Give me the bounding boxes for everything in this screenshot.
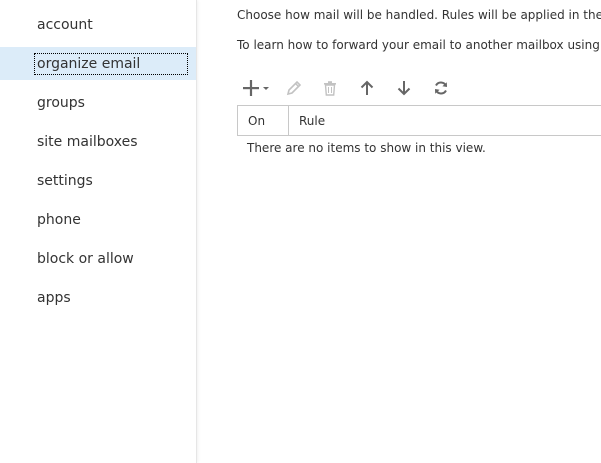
add-button[interactable] [242,76,272,100]
add-icon [243,80,269,96]
forwarding-help-text: To learn how to forward your email to an… [237,38,601,52]
table-header: On Rule [237,105,601,136]
main-content: Choose how mail will be handled. Rules w… [198,0,601,463]
sidebar-item-label: phone [37,211,81,228]
sidebar-item-phone[interactable]: phone [0,203,196,236]
rules-toolbar [238,76,478,100]
sidebar-item-label: settings [37,172,93,189]
empty-state-message: There are no items to show in this view. [247,141,486,155]
sidebar-item-label: organize email [34,52,188,75]
move-down-button[interactable] [393,76,415,100]
sidebar-item-label: groups [37,94,85,111]
sidebar-item-apps[interactable]: apps [0,281,196,314]
edit-icon [286,80,302,96]
sidebar-item-account[interactable]: account [0,8,196,41]
sidebar-item-organize-email[interactable]: organize email [0,47,196,80]
refresh-button[interactable] [430,76,452,100]
sidebar-item-block-or-allow[interactable]: block or allow [0,242,196,275]
rules-table: On Rule There are no items to show in th… [237,105,601,155]
rules-description: Choose how mail will be handled. Rules w… [237,8,601,22]
sidebar-item-groups[interactable]: groups [0,86,196,119]
edit-button[interactable] [283,76,305,100]
sidebar-item-site-mailboxes[interactable]: site mailboxes [0,125,196,158]
column-header-rule[interactable]: Rule [289,106,601,135]
sidebar-item-label: site mailboxes [37,133,138,150]
refresh-icon [435,81,447,95]
sidebar: account organize email groups site mailb… [0,0,197,463]
sidebar-item-label: apps [37,289,71,306]
delete-icon [324,81,336,96]
sidebar-item-label: block or allow [37,250,134,267]
sidebar-item-settings[interactable]: settings [0,164,196,197]
move-down-icon [397,81,411,96]
move-up-button[interactable] [356,76,378,100]
move-up-icon [360,80,374,95]
sidebar-item-label: account [37,16,93,33]
delete-button[interactable] [319,76,341,100]
column-header-on[interactable]: On [238,106,289,135]
